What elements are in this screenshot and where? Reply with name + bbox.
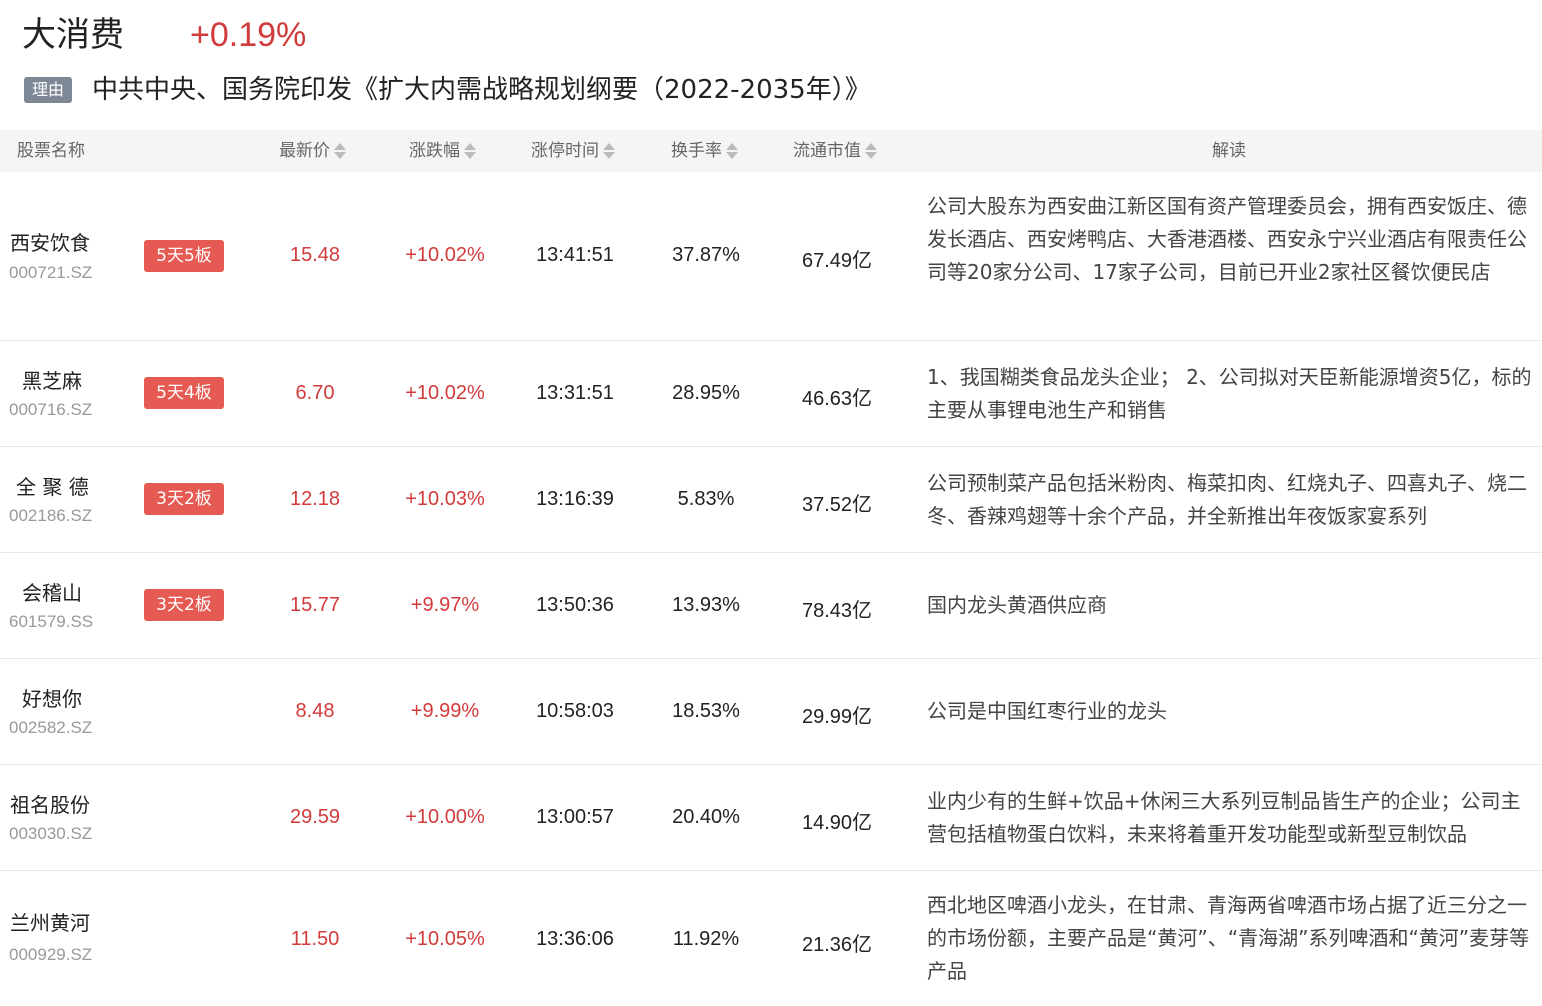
turnover-cell: 18.53% [672, 700, 740, 722]
note-cell: 业内少有的生鲜+饮品+休闲三大系列豆制品皆生产的企业；公司主营包括植物蛋白饮料，… [927, 789, 1521, 846]
limit-time-cell: 10:58:03 [536, 700, 614, 722]
turnover-cell: 28.95% [672, 382, 740, 404]
float-cap-cell: 29.99亿 [801, 706, 873, 728]
change-cell: +10.02% [405, 382, 485, 404]
sort-icon[interactable] [463, 141, 476, 161]
turnover-cell: 13.93% [672, 594, 740, 616]
change-cell: +10.03% [405, 488, 485, 510]
stock-code: 002186.SZ [9, 506, 93, 525]
float-cap-cell: 78.43亿 [801, 600, 873, 622]
change-cell: +9.99% [410, 700, 480, 722]
stock-name[interactable]: 祖名股份 [10, 789, 90, 818]
sector-change: +0.19% [190, 16, 307, 54]
table-row[interactable]: 黑芝麻 000716.SZ 5天4板 6.70 +10.02% 13:31:51… [0, 341, 1542, 447]
stock-name[interactable]: 兰州黄河 [10, 907, 90, 936]
note-cell: 公司预制菜产品包括米粉肉、梅菜扣肉、红烧丸子、四喜丸子、烧二冬、香辣鸡翅等十余个… [927, 471, 1527, 528]
stock-name[interactable]: 全 聚 德 [16, 471, 89, 500]
float-cap-cell: 37.52亿 [801, 494, 873, 516]
change-cell: +10.00% [405, 806, 485, 828]
limit-time-cell: 13:36:06 [536, 928, 614, 950]
turnover-cell: 5.83% [677, 488, 735, 510]
col-price-label: 最新价 [279, 141, 330, 161]
stock-code: 601579.SS [9, 612, 94, 631]
streak-badge: 5天4板 [144, 377, 224, 409]
limit-time-cell: 13:00:57 [536, 806, 614, 828]
col-float-cap[interactable]: 流通市值 [793, 130, 877, 172]
col-name: 股票名称 [17, 130, 85, 172]
streak-badge: 3天2板 [144, 589, 224, 621]
stock-code: 000721.SZ [9, 263, 93, 282]
note-cell: 公司大股东为西安曲江新区国有资产管理委员会，拥有西安饭庄、德发长酒店、西安烤鸭店… [927, 194, 1527, 284]
price-cell: 29.59 [289, 806, 341, 828]
limit-time-cell: 13:41:51 [536, 244, 614, 266]
turnover-cell: 37.87% [672, 244, 740, 266]
table-row[interactable]: 会稽山 601579.SS 3天2板 15.77 +9.97% 13:50:36… [0, 553, 1542, 659]
col-change-label: 涨跌幅 [409, 141, 460, 161]
table-row[interactable]: 兰州黄河 000929.SZ 11.50 +10.05% 13:36:06 11… [0, 871, 1542, 1006]
col-limit-time[interactable]: 涨停时间 [531, 130, 615, 172]
col-note: 解读 [1212, 130, 1246, 172]
col-note-label: 解读 [1212, 141, 1246, 161]
float-cap-cell: 67.49亿 [801, 250, 873, 272]
limit-time-cell: 13:31:51 [536, 382, 614, 404]
stock-name[interactable]: 黑芝麻 [22, 365, 82, 394]
float-cap-cell: 14.90亿 [801, 812, 873, 834]
note-cell: 1、我国糊类食品龙头企业； 2、公司拟对天臣新能源增资5亿，标的主要从事锂电池生… [927, 365, 1532, 422]
table-row[interactable]: 西安饮食 000721.SZ 5天5板 15.48 +10.02% 13:41:… [0, 172, 1542, 341]
stock-name[interactable]: 会稽山 [22, 577, 82, 606]
stock-name[interactable]: 好想你 [22, 683, 82, 712]
turnover-cell: 11.92% [672, 928, 740, 950]
sort-icon[interactable] [602, 141, 615, 161]
change-cell: +9.97% [410, 594, 480, 616]
streak-badge: 5天5板 [144, 240, 224, 272]
stock-name[interactable]: 西安饮食 [10, 227, 90, 256]
price-cell: 15.77 [289, 594, 341, 616]
col-turnover[interactable]: 换手率 [671, 130, 738, 172]
turnover-cell: 20.40% [672, 806, 740, 828]
stock-code: 002582.SZ [9, 718, 93, 737]
sort-icon[interactable] [725, 141, 738, 161]
table-row[interactable]: 全 聚 德 002186.SZ 3天2板 12.18 +10.03% 13:16… [0, 447, 1542, 553]
reason-text: 中共中央、国务院印发《扩大内需战略规划纲要（2022-2035年）》 [92, 75, 871, 105]
float-cap-cell: 46.63亿 [801, 388, 873, 410]
note-cell: 公司是中国红枣行业的龙头 [927, 699, 1167, 723]
price-cell: 15.48 [289, 244, 341, 266]
col-limit-time-label: 涨停时间 [531, 141, 599, 161]
limit-time-cell: 13:16:39 [536, 488, 614, 510]
sort-icon[interactable] [864, 141, 877, 161]
sector-name: 大消费 [22, 15, 124, 55]
price-cell: 12.18 [289, 488, 341, 510]
price-cell: 11.50 [290, 928, 340, 950]
col-price[interactable]: 最新价 [279, 130, 346, 172]
change-cell: +10.02% [405, 244, 485, 266]
sort-icon[interactable] [333, 141, 346, 161]
note-cell: 国内龙头黄酒供应商 [927, 593, 1107, 617]
reason-tag: 理由 [24, 77, 72, 103]
col-change[interactable]: 涨跌幅 [409, 130, 476, 172]
price-cell: 8.48 [295, 700, 335, 722]
note-cell: 西北地区啤酒小龙头，在甘肃、青海两省啤酒市场占据了近三分之一的市场份额，主要产品… [927, 893, 1530, 983]
stock-code: 000716.SZ [9, 400, 93, 419]
col-float-cap-label: 流通市值 [793, 141, 861, 161]
stock-code: 003030.SZ [9, 824, 93, 843]
limit-time-cell: 13:50:36 [536, 594, 614, 616]
col-name-label: 股票名称 [17, 141, 85, 161]
table-row[interactable]: 祖名股份 003030.SZ 29.59 +10.00% 13:00:57 20… [0, 765, 1542, 871]
table-header: 股票名称 最新价 涨跌幅 涨停时间 换手率 流通市值 解读 [0, 130, 1542, 172]
float-cap-cell: 21.36亿 [801, 934, 873, 956]
stock-code: 000929.SZ [9, 945, 93, 964]
stock-table: 股票名称 最新价 涨跌幅 涨停时间 换手率 流通市值 解读 西安饮食 00072… [0, 130, 1542, 1006]
streak-badge: 3天2板 [144, 483, 224, 515]
col-turnover-label: 换手率 [671, 141, 722, 161]
change-cell: +10.05% [405, 928, 485, 950]
price-cell: 6.70 [295, 382, 335, 404]
table-row[interactable]: 好想你 002582.SZ 8.48 +9.99% 10:58:03 18.53… [0, 659, 1542, 765]
sector-header: 大消费 +0.19% 理由 中共中央、国务院印发《扩大内需战略规划纲要（2022… [0, 0, 1542, 130]
